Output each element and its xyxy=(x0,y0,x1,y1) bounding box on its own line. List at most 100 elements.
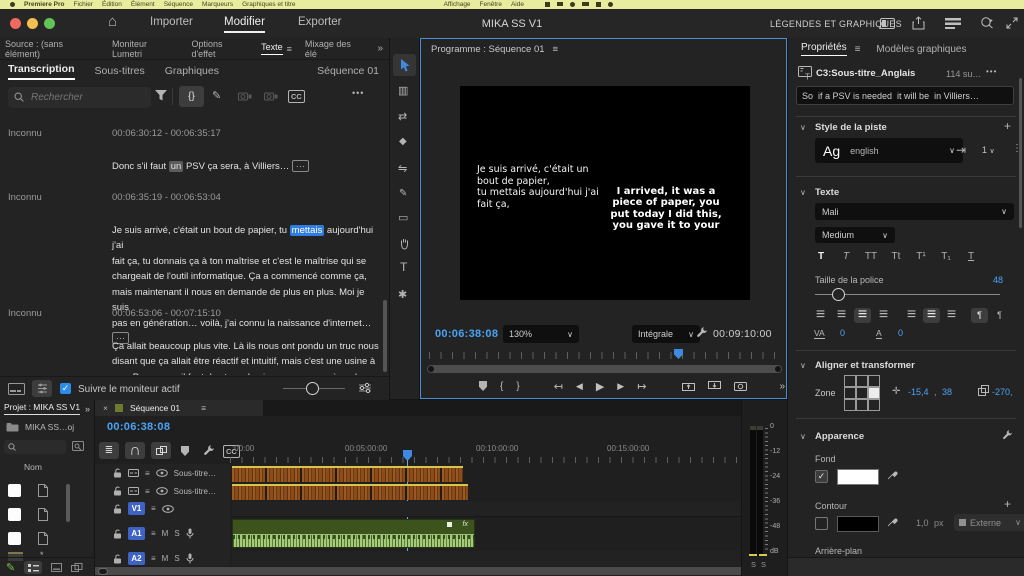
audio-clip-a1[interactable]: fx xyxy=(232,519,475,548)
program-settings-wrench-icon[interactable] xyxy=(696,327,708,339)
program-title[interactable]: Programme : Séquence 01 xyxy=(431,44,545,55)
subscript-icon[interactable]: T₁ xyxy=(937,251,955,262)
lift-icon[interactable] xyxy=(682,381,695,391)
apple-menu-icon[interactable] xyxy=(10,2,15,7)
sequence-settings-icon[interactable]: ≣ xyxy=(99,442,119,459)
list-view-icon[interactable] xyxy=(24,561,42,574)
transcript-scrollbar[interactable] xyxy=(383,300,387,372)
solo-right-label[interactable]: S xyxy=(761,560,766,569)
align-center-icon[interactable]: ≡ xyxy=(833,306,850,324)
captions-icon[interactable]: CC xyxy=(288,90,305,103)
item-thumbnail[interactable] xyxy=(8,508,21,521)
search-input[interactable] xyxy=(29,91,133,104)
caption-track-icon[interactable] xyxy=(8,383,25,395)
segment-text[interactable]: Ça allait beaucoup plus vite. Là ils nou… xyxy=(112,323,380,375)
tab-projet[interactable]: Projet : MIKA SS V1 xyxy=(4,402,80,415)
mute-button[interactable]: M xyxy=(162,554,169,563)
follow-monitor-checkbox[interactable]: ✓ xyxy=(60,383,71,394)
type-tool[interactable]: T xyxy=(400,260,407,274)
subtab-transcription[interactable]: Transcription xyxy=(8,63,75,80)
menu-sequence[interactable]: Séquence xyxy=(164,1,193,8)
tab-effect-options[interactable]: Options d'effet xyxy=(191,39,248,59)
caption-track-2-name[interactable]: Sous-titre… xyxy=(174,487,216,496)
close-sequence-icon[interactable]: × xyxy=(103,403,108,413)
track-style-section-label[interactable]: Style de la piste xyxy=(815,122,887,133)
stroke-style-select[interactable]: Externe ∨ xyxy=(954,514,1024,531)
align-justify-icon[interactable]: ≡ xyxy=(875,306,892,324)
mark-in-icon[interactable]: { xyxy=(500,381,503,392)
program-menu-icon[interactable]: ≡ xyxy=(553,44,559,55)
clip-more-icon[interactable]: ••• xyxy=(986,67,997,76)
menu-fichier[interactable]: Fichier xyxy=(73,1,93,8)
filter-icon[interactable] xyxy=(155,90,167,101)
tab-texte[interactable]: Texte xyxy=(261,42,283,55)
playback-quality-select[interactable]: Intégrale∨ xyxy=(632,325,700,343)
font-weight-select[interactable]: Medium∨ xyxy=(815,227,895,243)
tab-lumetri[interactable]: Moniteur Lumetri xyxy=(112,39,178,59)
timeline-menu-icon[interactable]: ≡ xyxy=(201,403,206,413)
razor-tool[interactable]: ◆ xyxy=(399,136,407,147)
display-settings-icon[interactable] xyxy=(358,382,372,394)
sort-options-icon[interactable] xyxy=(32,380,52,397)
underline-icon[interactable]: T xyxy=(962,251,980,262)
menu-affichage[interactable]: Affichage xyxy=(444,1,471,8)
vertical-top-icon[interactable]: ≡ xyxy=(904,306,919,324)
appearance-section-label[interactable]: Apparence xyxy=(815,431,864,442)
export-frame-icon[interactable] xyxy=(734,381,747,391)
menu-fenetre[interactable]: Fenêtre xyxy=(480,1,502,8)
text-section-label[interactable]: Texte xyxy=(815,187,839,198)
transform-section-label[interactable]: Aligner et transformer xyxy=(815,360,915,371)
item-thumbnail[interactable] xyxy=(8,532,21,545)
collapse-track-style-icon[interactable]: ∨ xyxy=(800,123,806,132)
more-buttons-icon[interactable]: » xyxy=(779,381,785,392)
pause-indicators-button[interactable]: {} xyxy=(179,86,204,107)
menu-edition[interactable]: Édition xyxy=(102,1,122,8)
audio-track-a2-content[interactable] xyxy=(232,551,741,566)
extract-icon[interactable] xyxy=(708,381,721,391)
ripple-edit-tool[interactable]: ⇄ xyxy=(398,110,407,123)
project-scrollbar[interactable] xyxy=(66,484,70,522)
font-family-select[interactable]: Mali∨ xyxy=(815,203,1014,220)
track-menu-icon[interactable]: ≡ xyxy=(151,529,156,538)
faux-bold-icon[interactable]: T xyxy=(812,251,830,262)
video-track-v1-content[interactable] xyxy=(232,501,741,517)
solo-button[interactable]: S xyxy=(174,554,179,563)
timeline-ruler[interactable]: :00:00 00:05:00:00 00:10:00:00 00:15:00:… xyxy=(230,442,741,464)
stroke-eyedropper-icon[interactable] xyxy=(887,515,899,527)
edit-transcript-icon[interactable]: ✎ xyxy=(212,89,221,102)
leading-value[interactable]: 0 xyxy=(898,328,903,338)
stroke-checkbox[interactable] xyxy=(815,517,828,530)
vertical-bottom-icon[interactable]: ≡ xyxy=(944,306,959,324)
tab-modeles-graphiques[interactable]: Modèles graphiques xyxy=(876,44,966,55)
collapse-text-icon[interactable]: ∨ xyxy=(800,188,806,197)
timeline-add-marker-icon[interactable] xyxy=(181,446,189,456)
tab-overflow-icon[interactable]: » xyxy=(377,43,389,54)
edit-in-progress-icon[interactable]: ✎ xyxy=(6,561,15,574)
program-scrollbar[interactable] xyxy=(427,365,782,373)
play-button-icon[interactable]: ▶ xyxy=(596,380,604,393)
caption-clips-track-2[interactable] xyxy=(232,484,468,500)
caption-clips-track-1[interactable] xyxy=(232,466,463,482)
step-back-icon[interactable]: ◀ xyxy=(576,381,583,392)
caption-track-1-name[interactable]: Sous-titre… xyxy=(174,469,216,478)
properties-scrollbar[interactable] xyxy=(1019,78,1022,228)
track-menu-icon[interactable]: ≡ xyxy=(145,469,150,478)
program-time-ruler[interactable] xyxy=(429,352,780,359)
rectangle-tool[interactable]: ▭ xyxy=(398,211,408,224)
menu-aide[interactable]: Aide xyxy=(511,1,524,8)
timeline-tab[interactable]: × Séquence 01 ≡ xyxy=(95,400,263,416)
go-to-in-icon[interactable]: ↤ xyxy=(554,380,563,393)
timeline-timecode[interactable]: 00:06:38:08 xyxy=(107,421,170,433)
track-select-tool[interactable]: ▥ xyxy=(398,84,408,97)
project-overflow-icon[interactable]: » xyxy=(85,404,94,414)
tab-proprietes[interactable]: Propriétés xyxy=(801,42,847,56)
appearance-settings-wrench-icon[interactable] xyxy=(1002,430,1013,441)
position-y-value[interactable]: 38 xyxy=(942,387,952,397)
add-stroke-icon[interactable]: + xyxy=(1004,497,1011,511)
track-menu-icon[interactable]: ≡ xyxy=(145,487,150,496)
caption-text-field[interactable] xyxy=(796,86,1014,105)
fill-color-swatch[interactable] xyxy=(837,469,879,485)
fill-eyedropper-icon[interactable] xyxy=(887,468,899,480)
superscript-icon[interactable]: T¹ xyxy=(912,251,930,262)
fullscreen-icon[interactable] xyxy=(1006,17,1018,29)
